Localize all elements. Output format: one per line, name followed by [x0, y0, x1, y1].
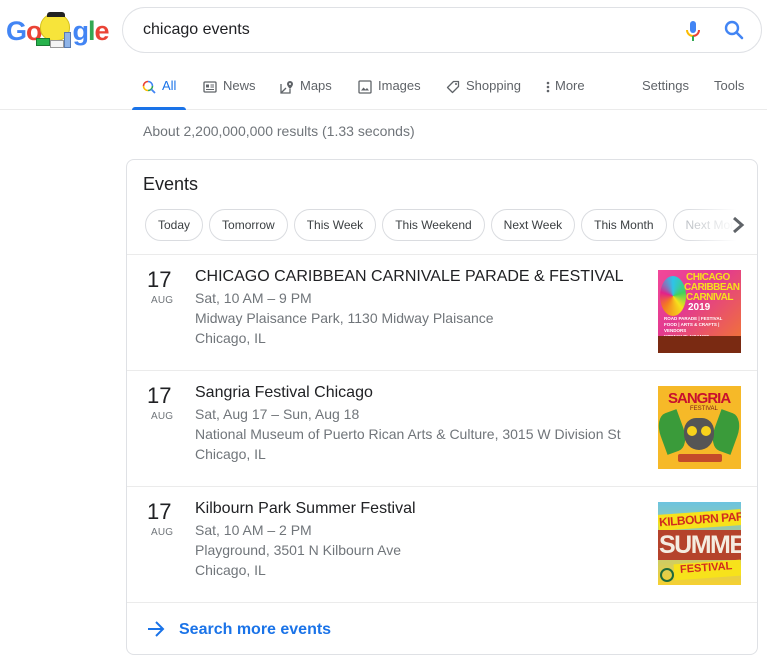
chip-this-week[interactable]: This Week — [293, 209, 377, 241]
orange-slice-icon — [687, 426, 697, 436]
event-day: 17 — [147, 499, 172, 524]
chip-next-week[interactable]: Next Week — [490, 209, 576, 241]
thumb-subtext: ROAD PARADE | FESTIVAL FOOD | ARTS & CRA… — [664, 316, 740, 339]
map-pin-icon — [280, 81, 293, 94]
thumb-text: SANGRIA — [668, 390, 731, 407]
event-month: AUG — [151, 527, 174, 538]
tab-label: Images — [378, 78, 421, 93]
search-icon — [142, 80, 156, 94]
event-item[interactable]: 17 AUG CHICAGO CARIBBEAN CARNIVALE PARAD… — [127, 254, 757, 370]
event-day: 17 — [147, 383, 172, 408]
thumb-text: 2019 — [688, 302, 711, 313]
event-title[interactable]: CHICAGO CARIBBEAN CARNIVALE PARADE & FES… — [195, 268, 624, 286]
doodle-bottle-icon — [64, 32, 71, 48]
feather-mask-icon — [660, 276, 686, 316]
results-stats: About 2,200,000,000 results (1.33 second… — [143, 123, 415, 139]
chip-this-month[interactable]: This Month — [581, 209, 667, 241]
chip-this-weekend[interactable]: This Weekend — [382, 209, 485, 241]
arrow-right-icon — [148, 621, 165, 637]
tab-images[interactable]: Images — [358, 78, 421, 110]
event-item[interactable]: 17 AUG Sangria Festival Chicago Sat, Aug… — [127, 370, 757, 486]
event-thumbnail[interactable]: CHICAGO CARIBBEAN CARNIVAL 2019 ROAD PAR… — [658, 270, 741, 353]
thumb-decor — [658, 336, 741, 353]
tab-label: Shopping — [466, 78, 521, 93]
event-month: AUG — [151, 411, 174, 422]
event-title[interactable]: Kilbourn Park Summer Festival — [195, 500, 416, 518]
mic-icon[interactable] — [683, 19, 703, 43]
chevron-right-icon[interactable] — [731, 216, 745, 234]
news-icon — [203, 81, 217, 93]
doodle-book-icon — [36, 38, 50, 46]
tools-label: Tools — [714, 78, 745, 93]
event-title[interactable]: Sangria Festival Chicago — [195, 384, 373, 402]
settings-link[interactable]: Settings — [642, 78, 689, 110]
date-filter-chips: Today Tomorrow This Week This Weekend Next W… — [145, 209, 741, 241]
tab-more[interactable]: More — [545, 78, 585, 110]
google-logo[interactable]: Gooogle — [6, 12, 110, 48]
search-input[interactable] — [143, 18, 663, 42]
event-venue: National Museum of Puerto Rican Arts & C… — [195, 426, 621, 442]
orange-slice-icon — [701, 426, 711, 436]
tab-label: More — [555, 78, 585, 93]
event-venue: Midway Plaisance Park, 1130 Midway Plais… — [195, 310, 494, 326]
search-more-events-label: Search more events — [179, 621, 332, 638]
event-time: Sat, 10 AM – 9 PM — [195, 290, 312, 306]
tab-all[interactable]: All — [131, 78, 188, 110]
ribbon-decor — [678, 454, 722, 462]
tools-link[interactable]: Tools — [714, 78, 744, 110]
thumb-text: FESTIVAL — [690, 406, 718, 412]
chip-today[interactable]: Today — [145, 209, 204, 241]
event-time: Sat, Aug 17 – Sun, Aug 18 — [195, 406, 360, 422]
thumb-text: KILBOURN PARK — [658, 508, 741, 530]
tag-icon — [446, 80, 460, 94]
event-day: 17 — [147, 267, 172, 292]
tab-shopping[interactable]: Shopping — [446, 78, 521, 110]
settings-label: Settings — [642, 78, 689, 93]
tab-news[interactable]: News — [203, 78, 256, 110]
tab-maps[interactable]: Maps — [280, 78, 332, 110]
event-city: Chicago, IL — [195, 330, 266, 346]
search-icon[interactable] — [723, 19, 745, 41]
search-box — [122, 7, 762, 53]
event-thumbnail[interactable]: SANGRIA FESTIVAL — [658, 386, 741, 469]
chip-tomorrow[interactable]: Tomorrow — [209, 209, 288, 241]
event-item[interactable]: 17 AUG Kilbourn Park Summer Festival Sat… — [127, 486, 757, 602]
event-time: Sat, 10 AM – 2 PM — [195, 522, 312, 538]
thumb-text: SUMMER — [659, 531, 741, 559]
tab-label: News — [223, 78, 256, 93]
event-month: AUG — [151, 295, 174, 306]
thumb-text: FOOD | ARTS & CRAFTS | VENDORS — [664, 322, 720, 333]
more-vert-icon — [546, 81, 550, 93]
image-icon — [358, 80, 372, 94]
event-thumbnail[interactable]: KILBOURN PARK SUMMER FESTIVAL — [658, 502, 741, 585]
event-venue: Playground, 3501 N Kilbourn Ave — [195, 542, 401, 558]
events-card: Events Today Tomorrow This Week This Weeken… — [126, 159, 758, 655]
search-nav: All News Maps Images Shopping More Setti… — [0, 68, 767, 110]
events-title: Events — [143, 174, 199, 194]
tab-label: All — [162, 78, 177, 93]
tab-label: Maps — [300, 78, 332, 93]
chips-fade-overlay — [687, 209, 757, 241]
event-city: Chicago, IL — [195, 446, 266, 462]
event-city: Chicago, IL — [195, 562, 266, 578]
doodle-paper-icon — [50, 40, 64, 48]
bicycle-wheel-icon — [660, 568, 674, 582]
search-more-events-link[interactable]: Search more events — [127, 602, 757, 654]
